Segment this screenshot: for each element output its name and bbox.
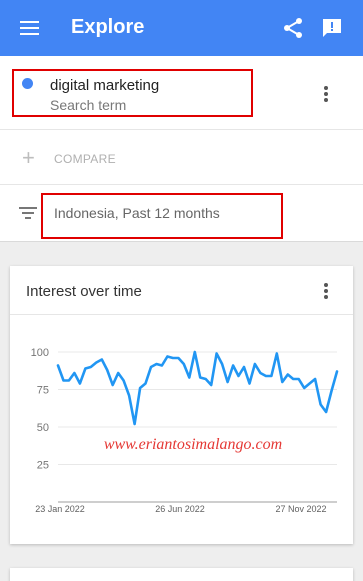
- compare-button[interactable]: + COMPARE: [0, 130, 363, 185]
- filter-row[interactable]: Indonesia, Past 12 months: [0, 185, 363, 241]
- feedback-icon[interactable]: [321, 17, 343, 39]
- y-tick-label: 50: [37, 422, 49, 434]
- search-term-row[interactable]: digital marketing Search term: [0, 56, 363, 130]
- next-card: [10, 568, 353, 581]
- x-tick-label: 26 Jun 2022: [155, 504, 205, 514]
- filter-text: Indonesia, Past 12 months: [54, 205, 220, 221]
- search-term-text[interactable]: digital marketing: [50, 77, 159, 94]
- share-icon[interactable]: [282, 17, 304, 39]
- compare-label: COMPARE: [54, 152, 116, 166]
- add-icon: +: [22, 145, 35, 170]
- y-tick-label: 100: [31, 347, 49, 359]
- page-title: Explore: [71, 16, 145, 38]
- watermark-text: www.eriantosimalango.com: [104, 436, 282, 453]
- x-tick-label: 27 Nov 2022: [275, 504, 326, 514]
- search-panel: digital marketing Search term + COMPARE …: [0, 56, 363, 242]
- term-more-options-icon[interactable]: [324, 86, 328, 104]
- filter-icon: [19, 207, 37, 219]
- app-bar: Explore: [0, 0, 363, 56]
- interest-over-time-card: Interest over time 100 75 50 25 23 Jan 2022 2…: [10, 266, 353, 544]
- y-tick-label: 25: [37, 460, 49, 472]
- interest-chart: 100 75 50 25 23 Jan 2022 26 Jun 2022 27 Nov 20…: [31, 347, 339, 514]
- term-color-dot: [22, 78, 33, 89]
- hamburger-menu-icon[interactable]: [20, 21, 39, 35]
- search-term-type: Search term: [50, 97, 127, 113]
- series-line: [56, 350, 339, 426]
- x-tick-label: 23 Jan 2022: [35, 504, 85, 514]
- y-tick-label: 75: [37, 385, 49, 397]
